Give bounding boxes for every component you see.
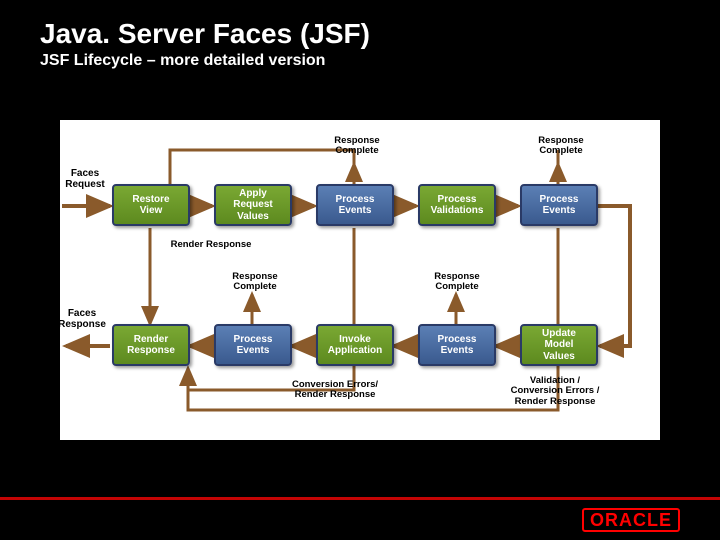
phase-label: Update Model Values: [542, 328, 576, 363]
phase-label: Process Events: [438, 334, 477, 357]
annot-response-complete-b1: Response Complete: [220, 272, 290, 293]
phase-invoke-application: Invoke Application: [316, 324, 394, 366]
phase-label: Process Events: [234, 334, 273, 357]
phase-label: Process Validations: [431, 194, 484, 217]
slide-header: Java. Server Faces (JSF) JSF Lifecycle –…: [40, 18, 370, 70]
phase-process-events-t2: Process Events: [520, 184, 598, 226]
phase-process-validations: Process Validations: [418, 184, 496, 226]
annot-response-complete-t1: Response Complete: [322, 136, 392, 157]
phase-label: Process Events: [336, 194, 375, 217]
slide-title: Java. Server Faces (JSF): [40, 18, 370, 50]
phase-label: Render Response: [127, 334, 175, 357]
phase-process-events-t1: Process Events: [316, 184, 394, 226]
annot-render-response: Render Response: [156, 240, 266, 250]
footer: ORACLE: [0, 497, 720, 540]
slide-subtitle: JSF Lifecycle – more detailed version: [40, 52, 370, 70]
annot-response-complete-t2: Response Complete: [526, 136, 596, 157]
annot-validation-errors: Validation / Conversion Errors / Render …: [480, 376, 630, 407]
phase-restore-view: Restore View: [112, 184, 190, 226]
lifecycle-diagram: Faces Request Faces Response Restore Vie…: [60, 120, 660, 440]
phase-apply-request: Apply Request Values: [214, 184, 292, 226]
faces-response-label: Faces Response: [54, 308, 110, 330]
brand-bar: ORACLE: [0, 500, 720, 540]
annot-response-complete-b2: Response Complete: [422, 272, 492, 293]
phase-label: Process Events: [540, 194, 579, 217]
phase-label: Invoke Application: [328, 334, 382, 357]
phase-label: Apply Request Values: [233, 188, 272, 223]
phase-label: Restore View: [132, 194, 169, 217]
oracle-logo: ORACLE: [582, 508, 680, 532]
phase-update-model: Update Model Values: [520, 324, 598, 366]
phase-process-events-b1: Process Events: [214, 324, 292, 366]
phase-process-events-b2: Process Events: [418, 324, 496, 366]
faces-request-label: Faces Request: [62, 168, 108, 190]
phase-render-response: Render Response: [112, 324, 190, 366]
annot-conversion-errors: Conversion Errors/ Render Response: [260, 380, 410, 401]
